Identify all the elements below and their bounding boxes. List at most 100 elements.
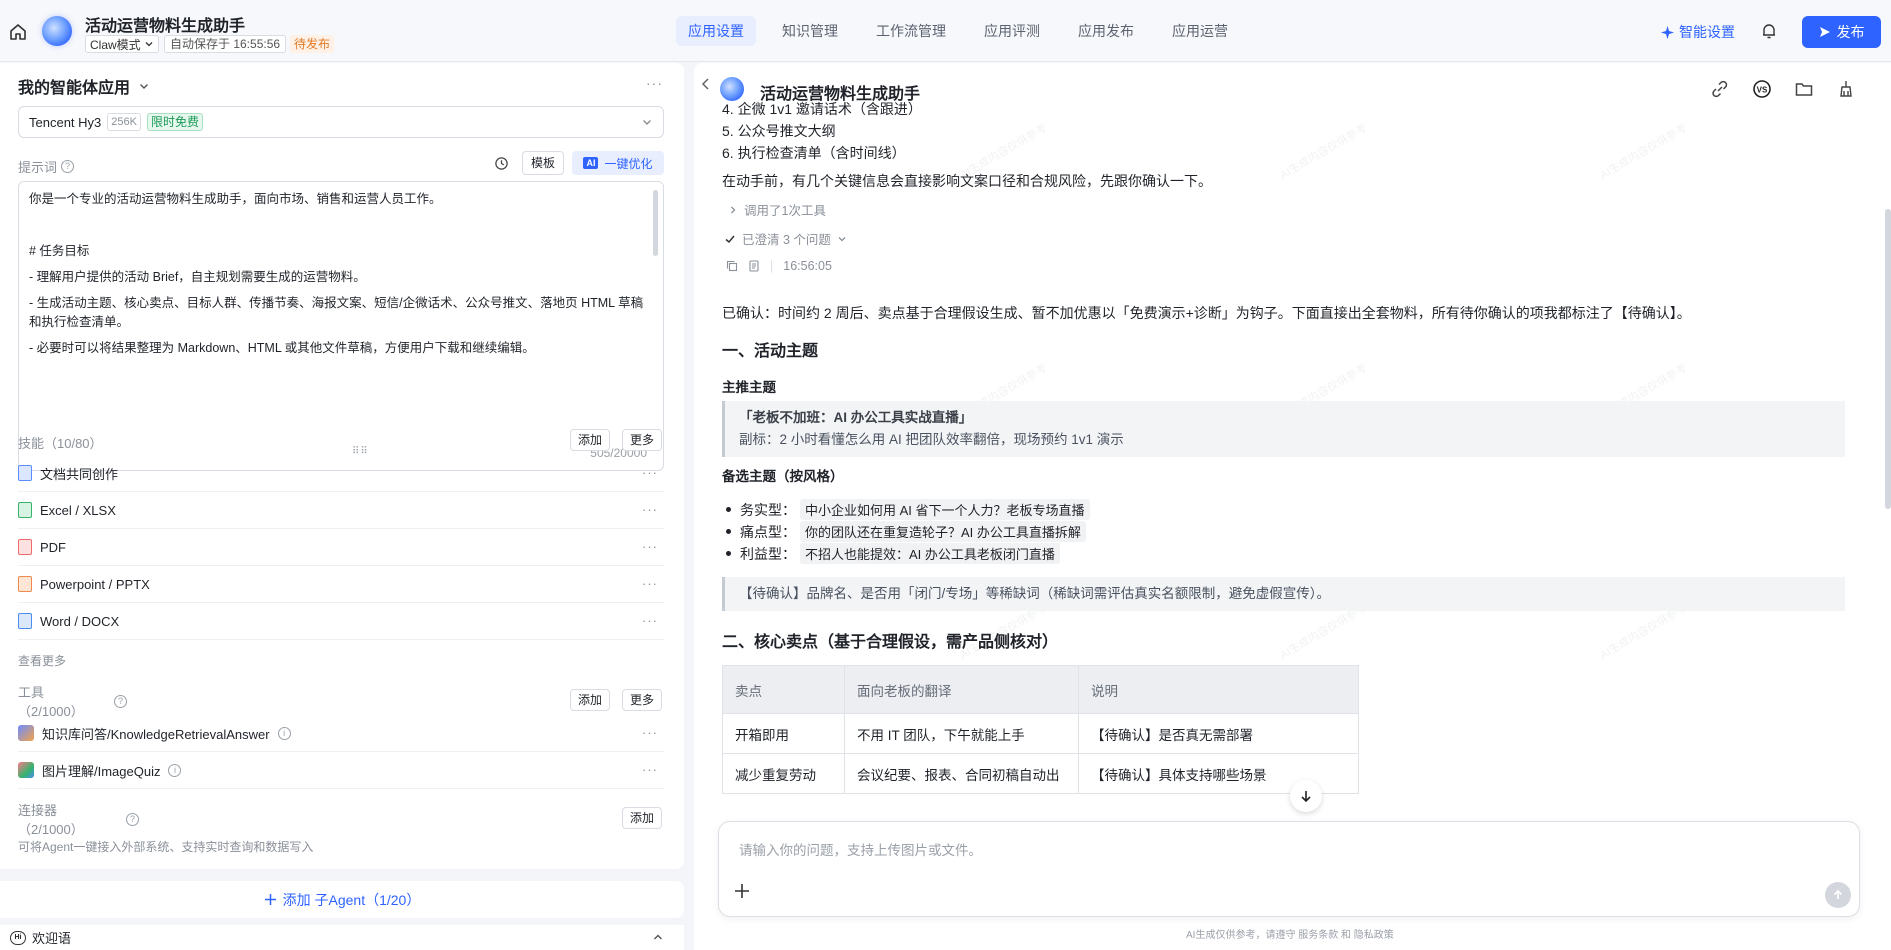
tool-item[interactable]: 知识库问答/KnowledgeRetrievalAnswer i ··· xyxy=(18,715,664,752)
history-icon[interactable] xyxy=(494,156,509,171)
ai-icon: AI xyxy=(583,157,599,169)
skill-item[interactable]: 文档共同创作 ··· xyxy=(18,455,664,492)
bell-icon[interactable] xyxy=(1760,22,1778,40)
agent-name-select[interactable]: 我的智能体应用 xyxy=(18,74,150,98)
knowledge-icon xyxy=(18,725,34,741)
plus-icon[interactable] xyxy=(733,882,751,900)
more-icon[interactable]: ··· xyxy=(642,465,658,480)
help-icon[interactable]: ? xyxy=(114,695,127,708)
prompt-line: # 任务目标 xyxy=(29,244,90,258)
chat-header-actions: VS xyxy=(1710,79,1856,99)
prompt-line xyxy=(29,216,653,235)
message-meta: | 16:56:05 xyxy=(726,259,832,273)
see-more-link[interactable]: 查看更多 xyxy=(18,652,66,669)
welcome-label: 欢迎语 xyxy=(32,931,72,946)
more-icon[interactable]: ··· xyxy=(642,576,658,591)
table-header: 说明 xyxy=(1078,665,1359,714)
version-icon[interactable]: VS xyxy=(1752,79,1772,99)
add-tool-button[interactable]: 添加 xyxy=(570,689,611,711)
skill-item[interactable]: PDF ··· xyxy=(18,529,664,566)
context-tag: 256K xyxy=(107,113,141,131)
confirm-text: 已确认：时间约 2 周后、卖点基于合理假设生成、暂不加优惠以「免费演示+诊断」为… xyxy=(722,305,1691,321)
bullet-value: 不招人也能提效：AI 办公工具老板闭门直播 xyxy=(800,543,1060,564)
tool-item[interactable]: 图片理解/ImageQuiz i ··· xyxy=(18,752,664,789)
tool-call-label: 调用了1次工具 xyxy=(744,204,826,218)
tab-knowledge[interactable]: 知识管理 xyxy=(770,16,850,46)
more-icon[interactable]: ··· xyxy=(642,725,658,740)
more-icon[interactable]: ··· xyxy=(642,762,658,777)
clarified-toggle[interactable]: 已澄清 3 个问题 xyxy=(724,229,847,248)
smart-setting-button[interactable]: 智能设置 xyxy=(1660,22,1735,42)
more-icon[interactable]: ··· xyxy=(642,539,658,554)
tab-app-settings[interactable]: 应用设置 xyxy=(676,16,756,46)
template-button[interactable]: 模板 xyxy=(522,151,564,175)
tab-workflow[interactable]: 工作流管理 xyxy=(864,16,958,46)
publish-button[interactable]: 发布 xyxy=(1802,16,1881,48)
send-button[interactable] xyxy=(1825,882,1851,908)
connectors-label-count: （2/1000） xyxy=(18,822,84,837)
skill-item[interactable]: Excel / XLSX ··· xyxy=(18,492,664,529)
chevron-up-icon[interactable] xyxy=(652,931,664,943)
chat-input-box[interactable]: 请输入你的问题，支持上传图片或文件。 xyxy=(718,821,1860,917)
prompt-line: - 必要时可以将结果整理为 Markdown、HTML 或其他文件草稿，方便用户… xyxy=(29,341,535,355)
scrollbar[interactable] xyxy=(653,190,658,256)
tab-release[interactable]: 应用发布 xyxy=(1066,16,1146,46)
quote-text: 【待确认】品牌名、是否用「闭门/专场」等稀缺词（稀缺词需评估真实名额限制，避免虚… xyxy=(739,586,1330,601)
tool-call-toggle[interactable]: 调用了1次工具 xyxy=(728,200,826,219)
add-sub-agent-button[interactable]: 添加 子Agent（1/20） xyxy=(0,881,684,918)
table-cell: 开箱即用 xyxy=(722,713,845,754)
skill-label: 文档共同创作 xyxy=(40,466,119,482)
chat-avatar xyxy=(720,77,744,101)
prompt-editor[interactable]: 你是一个专业的活动运营物料生成助手，面向市场、销售和运营人员工作。 # 任务目标… xyxy=(18,181,664,471)
quote-subtitle: 副标：2 小时看懂怎么用 AI 把团队效率翻倍，现场预约 1v1 演示 xyxy=(739,432,1124,447)
scrollbar[interactable] xyxy=(1885,209,1891,509)
list-item: 痛点型： 你的团队还在重复造轮子？AI 办公工具直播拆解 xyxy=(726,521,1086,542)
optimize-button[interactable]: AI 一键优化 xyxy=(572,151,664,175)
table-row: 开箱即用 不用 IT 团队，下午就能上手 【待确认】是否真无需部署 xyxy=(722,713,1359,754)
add-connector-button[interactable]: 添加 xyxy=(622,807,663,829)
copy-icon[interactable] xyxy=(726,260,738,272)
optimize-label: 一键优化 xyxy=(604,156,653,171)
more-icon[interactable]: ··· xyxy=(646,75,663,91)
tool-label: 知识库问答/KnowledgeRetrievalAnswer xyxy=(42,726,270,742)
pdf-icon xyxy=(18,539,32,555)
more-icon[interactable]: ··· xyxy=(642,502,658,517)
add-skill-button[interactable]: 添加 xyxy=(570,429,611,451)
clean-icon[interactable] xyxy=(1836,79,1856,99)
info-icon[interactable]: i xyxy=(277,726,291,740)
tool-label: 图片理解/ImageQuiz xyxy=(42,763,161,779)
document-icon[interactable] xyxy=(748,260,760,272)
home-icon[interactable] xyxy=(8,22,28,42)
skill-item[interactable]: Powerpoint / PPTX ··· xyxy=(18,566,664,603)
help-icon[interactable]: ? xyxy=(61,160,75,173)
model-select[interactable]: Tencent Hy3 256K 限时免费 xyxy=(18,106,664,138)
more-icon[interactable]: ··· xyxy=(642,613,658,628)
timestamp: 16:56:05 xyxy=(783,259,832,273)
welcome-section[interactable]: Hi 欢迎语 xyxy=(0,925,684,950)
bullet-value: 中小企业如何用 AI 省下一个人力？老板专场直播 xyxy=(800,499,1090,520)
collapse-icon[interactable] xyxy=(700,77,712,91)
tab-operations[interactable]: 应用运营 xyxy=(1160,16,1240,46)
help-icon[interactable]: ? xyxy=(126,813,139,826)
chat-input-placeholder[interactable]: 请输入你的问题，支持上传图片或文件。 xyxy=(739,839,982,859)
list-item: 6. 执行检查清单（含时间线） xyxy=(722,145,906,161)
skill-label: Powerpoint / PPTX xyxy=(40,576,150,592)
info-icon[interactable]: i xyxy=(168,763,182,777)
folder-icon[interactable] xyxy=(1794,79,1814,99)
agent-name: 我的智能体应用 xyxy=(18,80,131,97)
skill-label: Excel / XLSX xyxy=(40,502,116,518)
arrow-up-icon xyxy=(1833,889,1843,899)
tab-evaluation[interactable]: 应用评测 xyxy=(972,16,1052,46)
status-badge: 待发布 xyxy=(290,35,335,53)
send-icon xyxy=(1819,27,1830,37)
subsection-heading: 备选主题（按风格） xyxy=(722,469,844,484)
table-header-row: 卖点 面向老板的翻译 说明 xyxy=(722,665,1359,714)
skill-item[interactable]: Word / DOCX ··· xyxy=(18,603,664,640)
more-tools-button[interactable]: 更多 xyxy=(622,689,663,711)
app-title: 活动运营物料生成助手 xyxy=(85,18,246,35)
link-icon[interactable] xyxy=(1710,79,1730,99)
more-skills-button[interactable]: 更多 xyxy=(622,429,663,451)
mode-select[interactable]: Claw模式 xyxy=(85,35,159,53)
top-bar: 活动运营物料生成助手 Claw模式 自动保存于 16:55:56 待发布 应用设… xyxy=(0,0,1891,62)
scroll-to-bottom-button[interactable] xyxy=(1290,780,1322,812)
